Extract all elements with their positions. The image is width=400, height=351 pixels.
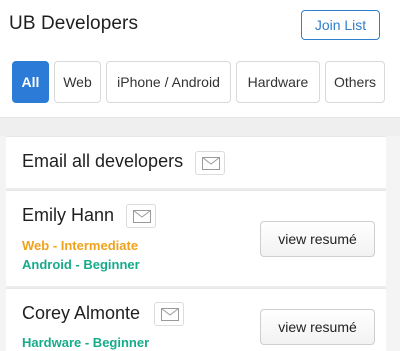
mail-icon[interactable]: [126, 204, 156, 228]
skill-label: Web - Intermediate: [22, 238, 139, 253]
view-resume-button[interactable]: view resumé: [260, 221, 375, 257]
tab-iphone-android[interactable]: iPhone / Android: [106, 61, 231, 103]
developer-name: Emily Hann: [22, 205, 115, 225]
mail-icon[interactable]: [195, 151, 225, 175]
tab-all[interactable]: All: [12, 61, 49, 103]
tab-others[interactable]: Others: [325, 61, 385, 103]
tab-hardware[interactable]: Hardware: [236, 61, 320, 103]
tab-web[interactable]: Web: [54, 61, 101, 103]
developer-row: Corey Almonte Hardware - Beginner view r…: [6, 288, 386, 351]
view-resume-button[interactable]: view resumé: [260, 309, 375, 345]
developer-row: Emily Hann Web - Intermediate Android - …: [6, 190, 386, 286]
section-divider: [0, 118, 400, 136]
join-list-button[interactable]: Join List: [301, 10, 380, 40]
email-all-label: Email all developers: [22, 151, 184, 171]
skill-label: Hardware - Beginner: [22, 335, 150, 350]
header: UB Developers Join List All Web iPhone /…: [0, 0, 400, 118]
mail-icon[interactable]: [154, 302, 184, 326]
developer-name: Corey Almonte: [22, 303, 141, 323]
skill-label: Android - Beginner: [22, 257, 140, 272]
email-all-row: Email all developers: [6, 136, 386, 188]
page-title: UB Developers: [9, 13, 139, 34]
